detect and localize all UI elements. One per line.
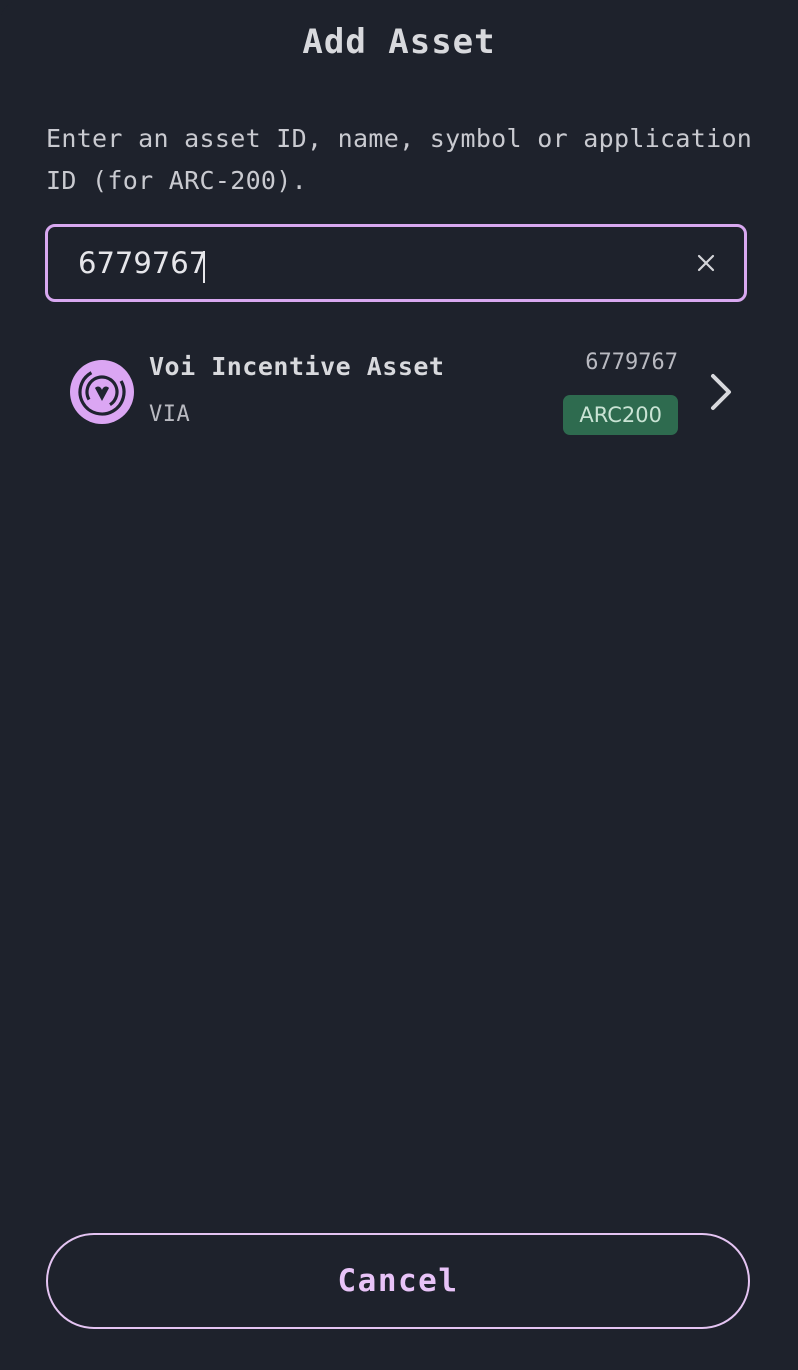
- add-asset-modal: Add Asset Enter an asset ID, name, symbo…: [0, 0, 798, 1370]
- asset-result-item[interactable]: Voi Incentive Asset VIA 6779767 ARC200: [46, 340, 752, 446]
- close-icon: [697, 254, 715, 272]
- search-instructions: Enter an asset ID, name, symbol or appli…: [46, 124, 753, 195]
- search-field[interactable]: [45, 224, 747, 302]
- clear-search-button[interactable]: [688, 245, 724, 281]
- asset-standard-badge: ARC200: [563, 395, 678, 435]
- text-caret: [203, 251, 205, 283]
- search-input[interactable]: [78, 227, 638, 299]
- voi-logo-icon: [70, 360, 134, 424]
- asset-id: 6779767: [585, 350, 678, 375]
- chevron-right-icon: [711, 374, 731, 410]
- asset-symbol: VIA: [149, 402, 191, 427]
- asset-name: Voi Incentive Asset: [149, 352, 445, 381]
- cancel-button[interactable]: Cancel: [46, 1233, 750, 1329]
- modal-title: Add Asset: [302, 22, 496, 62]
